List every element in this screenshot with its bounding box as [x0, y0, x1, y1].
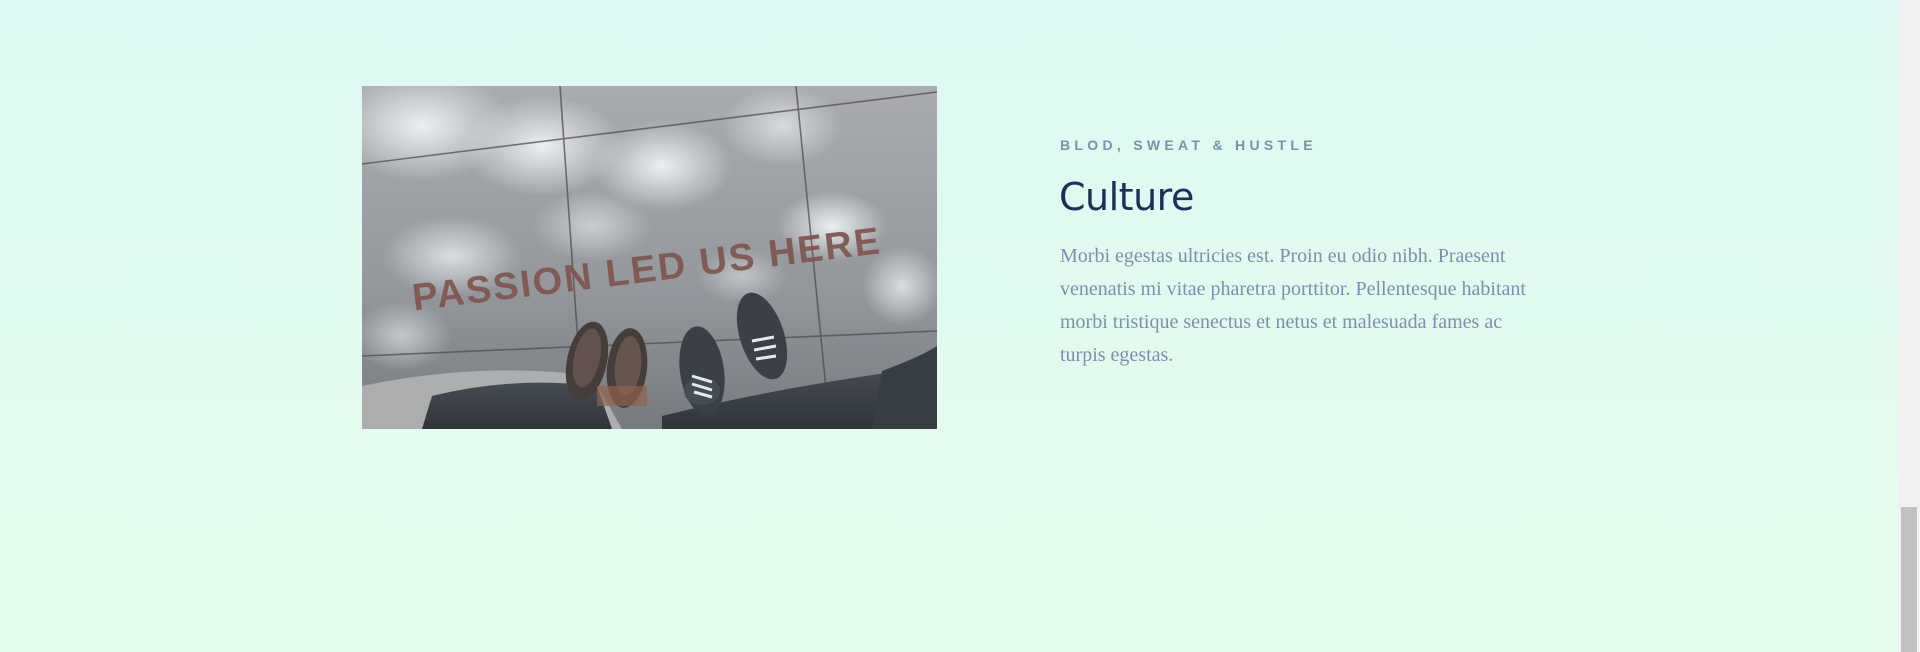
culture-text-block: BLOD, SWEAT & HUSTLE Culture Morbi egest… — [1059, 136, 1530, 372]
section-body: Morbi egestas ultricies est. Proin eu od… — [1060, 245, 1526, 366]
pavement-photo-illustration: PASSION LED US HERE — [362, 86, 937, 429]
culture-photo: PASSION LED US HERE — [362, 86, 937, 429]
scrollbar-thumb[interactable] — [1901, 507, 1917, 652]
culture-section: PASSION LED US HERE BLOD, SWEAT & HUSTLE… — [0, 0, 1898, 652]
section-title: Culture — [1059, 175, 1194, 219]
section-eyebrow: BLOD, SWEAT & HUSTLE — [1060, 137, 1317, 153]
page-scrollbar[interactable] — [1898, 0, 1920, 652]
